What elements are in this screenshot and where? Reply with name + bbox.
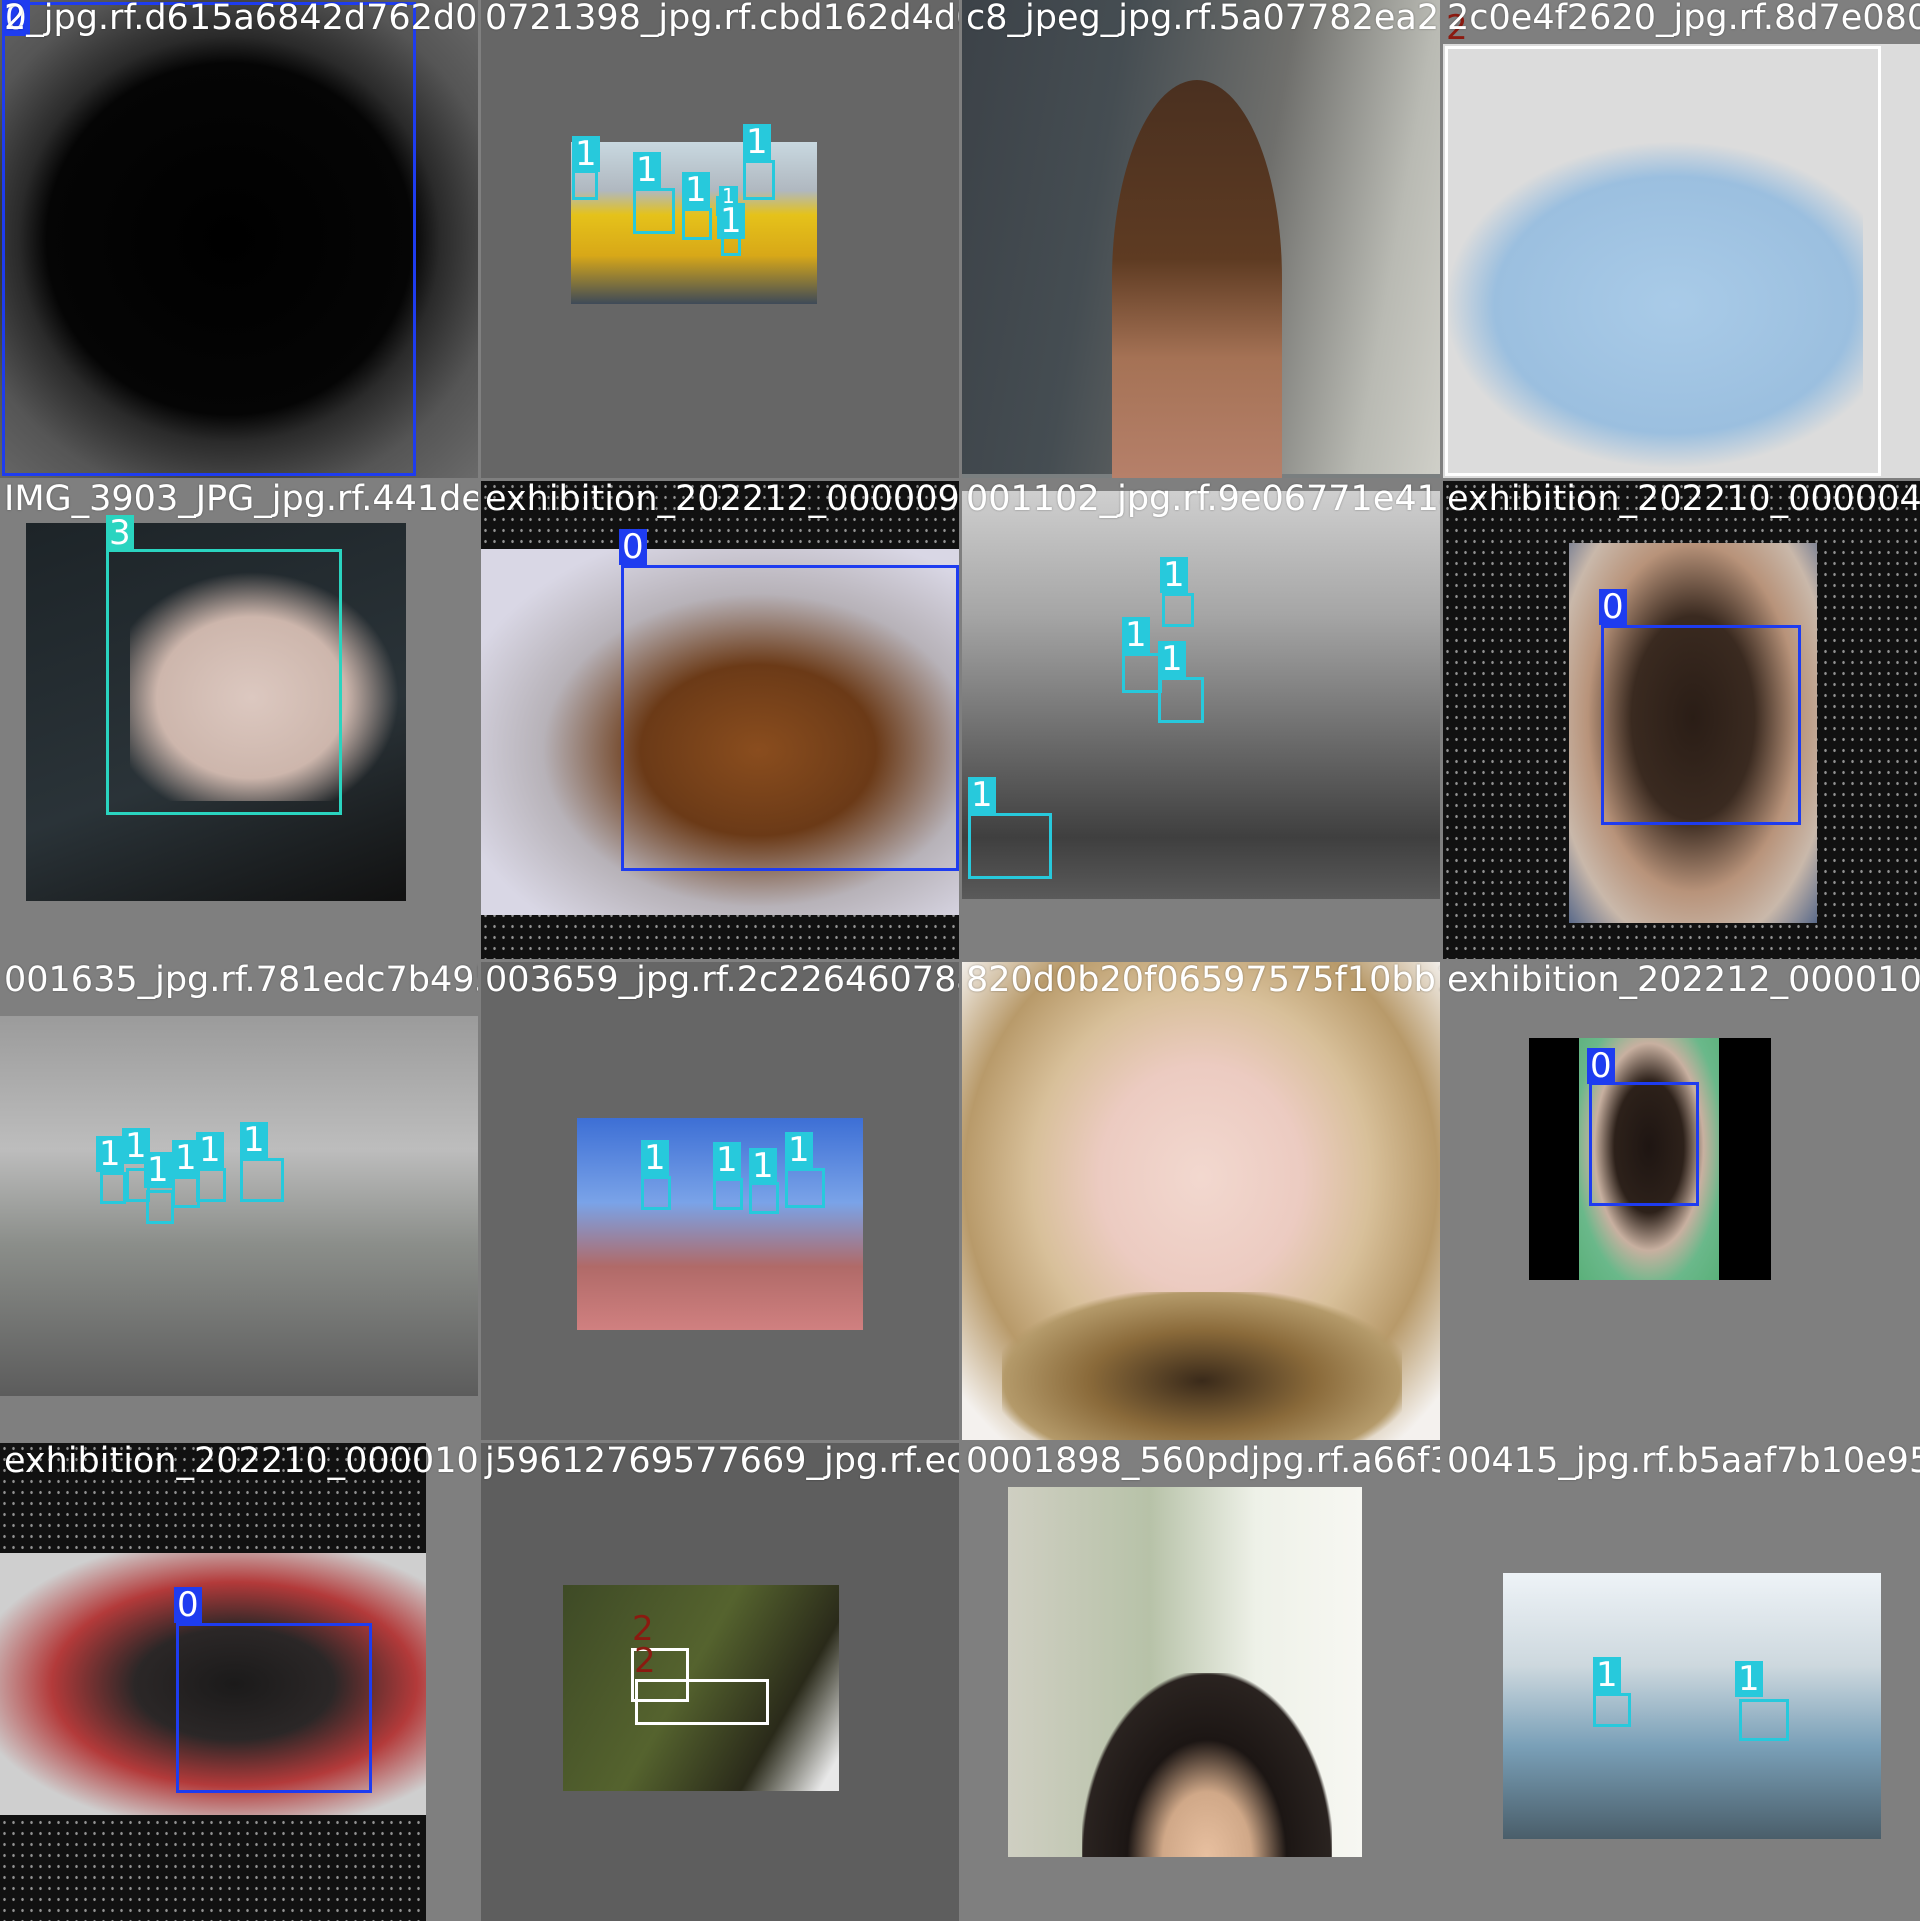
bbox-label: 1 [713, 1142, 741, 1178]
bbox-1 [240, 1158, 284, 1202]
tile-11: 820d0b20f06597575f10bb1ed [962, 962, 1440, 1440]
tile-12: exhibition_202212_0000103 0 [1443, 962, 1920, 1440]
bbox-1 [1158, 677, 1204, 723]
bbox-1 [1162, 593, 1194, 627]
bbox-label: 1 [240, 1122, 268, 1158]
tile-7: 001102_jpg.rf.9e06771e41483416e965206 1 … [962, 481, 1440, 959]
bbox-label: 1 [1735, 1661, 1763, 1697]
bbox-label: 1 [1158, 641, 1186, 677]
scarf-shape [1002, 1292, 1402, 1440]
mosaic-grid: 2_jpg.rf.d615a6842d762d0c9f026f3f82abf0f… [0, 0, 1920, 1921]
grey-margin [426, 1443, 478, 1921]
bbox-0 [1589, 1082, 1699, 1206]
tile-filename: 0721398_jpg.rf.cbd162d4d094fb37ad8933e3f… [485, 0, 959, 38]
tile-filename: exhibition_202212_0000103 [1447, 962, 1920, 1000]
dark-hair-shape [1082, 1673, 1332, 1857]
bbox-1 [196, 1168, 226, 1202]
bbox-2 [1445, 46, 1881, 476]
bbox-1 [572, 170, 598, 200]
tile-16: 00415_jpg.rf.b5aaf7b10e95b 1 1 [1443, 1443, 1920, 1921]
tile-1: 2_jpg.rf.d615a6842d762d0c9f026f3f82abf0f… [0, 0, 478, 478]
quarry-image [0, 1016, 478, 1396]
bbox-1 [100, 1172, 126, 1204]
bbox-label: 1 [717, 203, 745, 239]
rooftop-image [1503, 1573, 1881, 1839]
bbox-label: 1 [749, 1148, 777, 1184]
bbox-label: 1 [1160, 557, 1188, 593]
tile-filename: 003659_jpg.rf.2c22646078a88 [485, 962, 959, 1000]
bbox-label: 0 [619, 529, 647, 565]
tile-5: IMG_3903_JPG_jpg.rf.441de386bcfb0d28f12 … [0, 481, 478, 959]
tile-4: 2c0e4f2620_jpg.rf.8d7e0806 2 [1443, 0, 1920, 478]
hair-shape [1112, 80, 1282, 478]
tile-15: 0001898_560pdjpg.rf.a66f31240218809 [962, 1443, 1440, 1921]
bbox-0 [621, 565, 959, 871]
bbox-0 [1601, 625, 1801, 825]
tile-13: exhibition_202210_0000108 0 [0, 1443, 478, 1921]
tile-filename: 2c0e4f2620_jpg.rf.8d7e0806 [1447, 0, 1920, 38]
bbox-1 [1739, 1699, 1789, 1741]
tile-filename: 0001898_560pdjpg.rf.a66f31240218809 [966, 1443, 1440, 1481]
bbox-label: 1 [572, 136, 600, 172]
bbox-label: 1 [1122, 617, 1150, 653]
tile-2: 0721398_jpg.rf.cbd162d4d094fb37ad8933e3f… [481, 0, 959, 478]
tile-filename: 001635_jpg.rf.781edc7b495e4f2699eaf742c [4, 962, 478, 1000]
bbox-2 [635, 1679, 769, 1725]
bbox-label: 1 [633, 152, 661, 188]
bbox-1 [682, 208, 712, 240]
bbox-label: 0 [2, 0, 30, 36]
bbox-1 [785, 1168, 825, 1208]
tile-filename: j59612769577669_jpg.rf.ec15d0e892 [485, 1443, 959, 1481]
tile-9: 001635_jpg.rf.781edc7b495e4f2699eaf742c … [0, 962, 478, 1440]
bbox-label: 1 [196, 1132, 224, 1168]
tile-10: 003659_jpg.rf.2c22646078a88 1 1 1 1 [481, 962, 959, 1440]
bbox-label: 1 [144, 1152, 172, 1188]
bbox-1 [743, 160, 775, 200]
bbox-1 [146, 1190, 174, 1224]
bbox-label: 1 [743, 124, 771, 160]
bbox-label: 0 [1587, 1048, 1615, 1084]
bbox-1 [633, 188, 675, 234]
bbox-1 [641, 1176, 671, 1210]
bbox-label: 1 [641, 1140, 669, 1176]
bbox-label: 1 [1593, 1657, 1621, 1693]
bbox-1 [713, 1178, 743, 1210]
bbox-label: 3 [106, 515, 134, 551]
bbox-1 [749, 1182, 779, 1214]
bbox-0 [2, 2, 416, 476]
bbox-label: 2 [634, 1641, 656, 1681]
bbox-label: 2 [1446, 8, 1468, 48]
bbox-0 [176, 1623, 372, 1793]
bbox-label: 0 [174, 1587, 202, 1623]
bbox-1 [1593, 1693, 1631, 1727]
bbox-label: 0 [1599, 589, 1627, 625]
bbox-label: 1 [682, 172, 710, 208]
bbox-1 [1122, 653, 1162, 693]
tile-3: c8_jpeg_jpg.rf.5a07782ea2d4f3346f362 [962, 0, 1440, 478]
tile-filename: IMG_3903_JPG_jpg.rf.441de386bcfb0d28f12 [4, 481, 478, 519]
bbox-1 [968, 813, 1052, 879]
bbox-label: 1 [96, 1136, 124, 1172]
bbox-3 [106, 549, 342, 815]
bbox-label: 1 [785, 1132, 813, 1168]
tile-8: exhibition_202210_0000048 0 [1443, 481, 1920, 959]
tile-14: j59612769577669_jpg.rf.ec15d0e892 2 2 [481, 1443, 959, 1921]
tile-6: exhibition_202212_0000099 0 [481, 481, 959, 959]
tile-filename: 00415_jpg.rf.b5aaf7b10e95b [1447, 1443, 1920, 1481]
bbox-label: 1 [968, 777, 996, 813]
bbox-label: 1 [719, 186, 738, 206]
